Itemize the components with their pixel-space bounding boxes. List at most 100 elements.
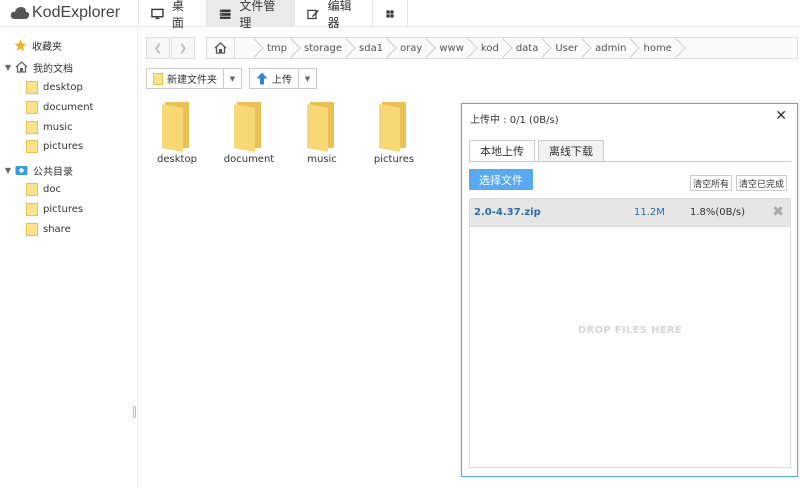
chevron-down-icon[interactable]: ▼ xyxy=(223,69,241,88)
star-icon xyxy=(14,39,27,51)
file-item-document[interactable]: document xyxy=(219,100,279,165)
tab-file-manager[interactable]: 文件管理 xyxy=(206,0,294,30)
upload-queue[interactable]: 2.0-4.37.zip 11.2M 1.8%(0B/s) ✖ DROP FIL… xyxy=(469,198,791,468)
file-name: document xyxy=(223,154,275,165)
app-title: KodExplorer xyxy=(32,4,121,21)
folder-icon xyxy=(26,120,38,134)
new-folder-button[interactable]: 新建文件夹 ▼ xyxy=(146,68,242,89)
upload-label: 上传 xyxy=(272,75,292,86)
grid-icon xyxy=(386,9,394,18)
breadcrumb-item[interactable]: admin xyxy=(585,38,633,58)
sidebar-item-doc[interactable]: doc xyxy=(26,179,61,199)
tab-apps[interactable] xyxy=(372,0,408,27)
sidebar-tree: 收藏夹 ▼ 我的文档 desktop document music pictur… xyxy=(0,28,138,488)
upload-file-name: 2.0-4.37.zip xyxy=(474,207,541,218)
sidebar-item-label: document xyxy=(43,101,94,113)
cloud-icon xyxy=(10,7,30,19)
app-logo[interactable]: KodExplorer xyxy=(10,2,120,24)
breadcrumb-item[interactable]: data xyxy=(506,38,546,58)
folder-icon xyxy=(307,102,334,152)
monitor-icon xyxy=(151,8,164,19)
sidebar-item-public[interactable]: ▼ 公共目录 xyxy=(3,160,73,180)
forward-button[interactable]: ❯ xyxy=(171,37,195,59)
shared-drive-icon xyxy=(15,165,28,175)
folder-icon xyxy=(153,72,163,85)
breadcrumb-item[interactable]: User xyxy=(545,38,585,58)
tab-editor[interactable]: 编辑器 xyxy=(294,0,372,30)
upload-dialog: 上传中 : 0/1 (0B/s) ✕ 本地上传 离线下载 选择文件 清空所有 清… xyxy=(461,103,798,477)
new-folder-main[interactable]: 新建文件夹 xyxy=(147,69,223,88)
tab-desktop[interactable]: 桌面 xyxy=(138,0,206,30)
upload-dialog-title: 上传中 : 0/1 (0B/s) xyxy=(470,115,559,126)
breadcrumb-item[interactable]: home xyxy=(633,38,678,58)
file-name: desktop xyxy=(157,154,197,165)
tab-desktop-label: 桌面 xyxy=(171,0,184,30)
sidebar-my-docs-label: 我的文档 xyxy=(33,63,73,75)
folder-icon xyxy=(26,80,38,94)
tab-divider xyxy=(469,161,791,162)
breadcrumb-item[interactable]: www xyxy=(429,38,471,58)
breadcrumb-home[interactable] xyxy=(207,38,235,58)
sidebar-item-desktop[interactable]: desktop xyxy=(26,77,83,97)
drop-zone-hint: DROP FILES HERE xyxy=(578,325,682,336)
close-icon[interactable]: ✕ xyxy=(775,108,787,124)
upload-progress: 1.8%(0B/s) xyxy=(690,207,746,218)
upload-item[interactable]: 2.0-4.37.zip 11.2M 1.8%(0B/s) ✖ xyxy=(470,199,790,227)
folder-icon xyxy=(26,182,38,196)
clear-all-button[interactable]: 清空所有 xyxy=(690,175,733,191)
chevron-down-icon[interactable]: ▼ xyxy=(3,166,13,175)
sidebar-public-label: 公共目录 xyxy=(33,166,73,178)
tab-local-upload[interactable]: 本地上传 xyxy=(469,140,535,162)
file-item-desktop[interactable]: desktop xyxy=(147,100,207,165)
breadcrumb-root[interactable] xyxy=(235,38,257,58)
sidebar-item-public-pictures[interactable]: pictures xyxy=(26,199,83,219)
sidebar-item-label: doc xyxy=(43,183,61,195)
tab-file-manager-label: 文件管理 xyxy=(239,0,276,30)
file-item-pictures[interactable]: pictures xyxy=(364,100,424,165)
sidebar-item-label: share xyxy=(43,223,71,235)
upload-main[interactable]: 上传 xyxy=(250,69,298,88)
breadcrumb: tmp storage sda1 oray www kod data User … xyxy=(206,37,798,59)
folder-icon xyxy=(379,102,406,152)
upload-arrow-icon xyxy=(256,72,268,85)
folder-icon xyxy=(26,139,38,153)
sidebar-item-my-docs[interactable]: ▼ 我的文档 xyxy=(3,57,73,77)
server-icon xyxy=(219,9,231,19)
folder-icon xyxy=(26,222,38,236)
folder-icon xyxy=(26,100,38,114)
folder-icon xyxy=(162,102,189,152)
sidebar-item-favorites[interactable]: 收藏夹 xyxy=(14,35,62,55)
sidebar-item-label: pictures xyxy=(43,140,84,152)
remove-icon[interactable]: ✖ xyxy=(772,204,784,220)
folder-icon xyxy=(26,202,38,216)
sidebar-item-label: desktop xyxy=(43,81,83,93)
edit-icon xyxy=(307,9,319,19)
sidebar-item-label: music xyxy=(43,121,73,133)
folder-icon xyxy=(234,102,261,152)
choose-file-button[interactable]: 选择文件 xyxy=(469,169,533,190)
sidebar-item-document[interactable]: document xyxy=(26,97,93,117)
breadcrumb-item[interactable]: tmp xyxy=(257,38,294,58)
path-bar: ❮ ❯ tmp storage sda1 oray www kod data U… xyxy=(139,28,800,64)
breadcrumb-item[interactable]: sda1 xyxy=(349,38,390,58)
sidebar-item-share[interactable]: share xyxy=(26,219,71,239)
tab-offline-download[interactable]: 离线下载 xyxy=(538,140,604,162)
sidebar-resize-handle[interactable] xyxy=(133,406,136,418)
breadcrumb-item[interactable]: storage xyxy=(294,38,349,58)
new-folder-label: 新建文件夹 xyxy=(167,75,217,86)
top-bar: KodExplorer 桌面 文件管理 编辑器 xyxy=(0,0,800,30)
chevron-down-icon[interactable]: ▼ xyxy=(298,69,316,88)
breadcrumb-item[interactable]: kod xyxy=(471,38,506,58)
file-item-music[interactable]: music xyxy=(292,100,352,165)
back-button[interactable]: ❮ xyxy=(146,37,170,59)
upload-button[interactable]: 上传 ▼ xyxy=(249,68,317,89)
file-name: pictures xyxy=(373,154,415,165)
tab-editor-label: 编辑器 xyxy=(327,0,352,30)
sidebar-item-pictures[interactable]: pictures xyxy=(26,136,83,156)
breadcrumb-item[interactable]: oray xyxy=(390,38,429,58)
chevron-down-icon[interactable]: ▼ xyxy=(3,63,13,72)
sidebar-item-music[interactable]: music xyxy=(26,117,73,137)
clear-completed-button[interactable]: 清空已完成 xyxy=(736,175,788,191)
home-icon xyxy=(214,42,227,54)
sidebar-item-label: pictures xyxy=(43,203,84,215)
